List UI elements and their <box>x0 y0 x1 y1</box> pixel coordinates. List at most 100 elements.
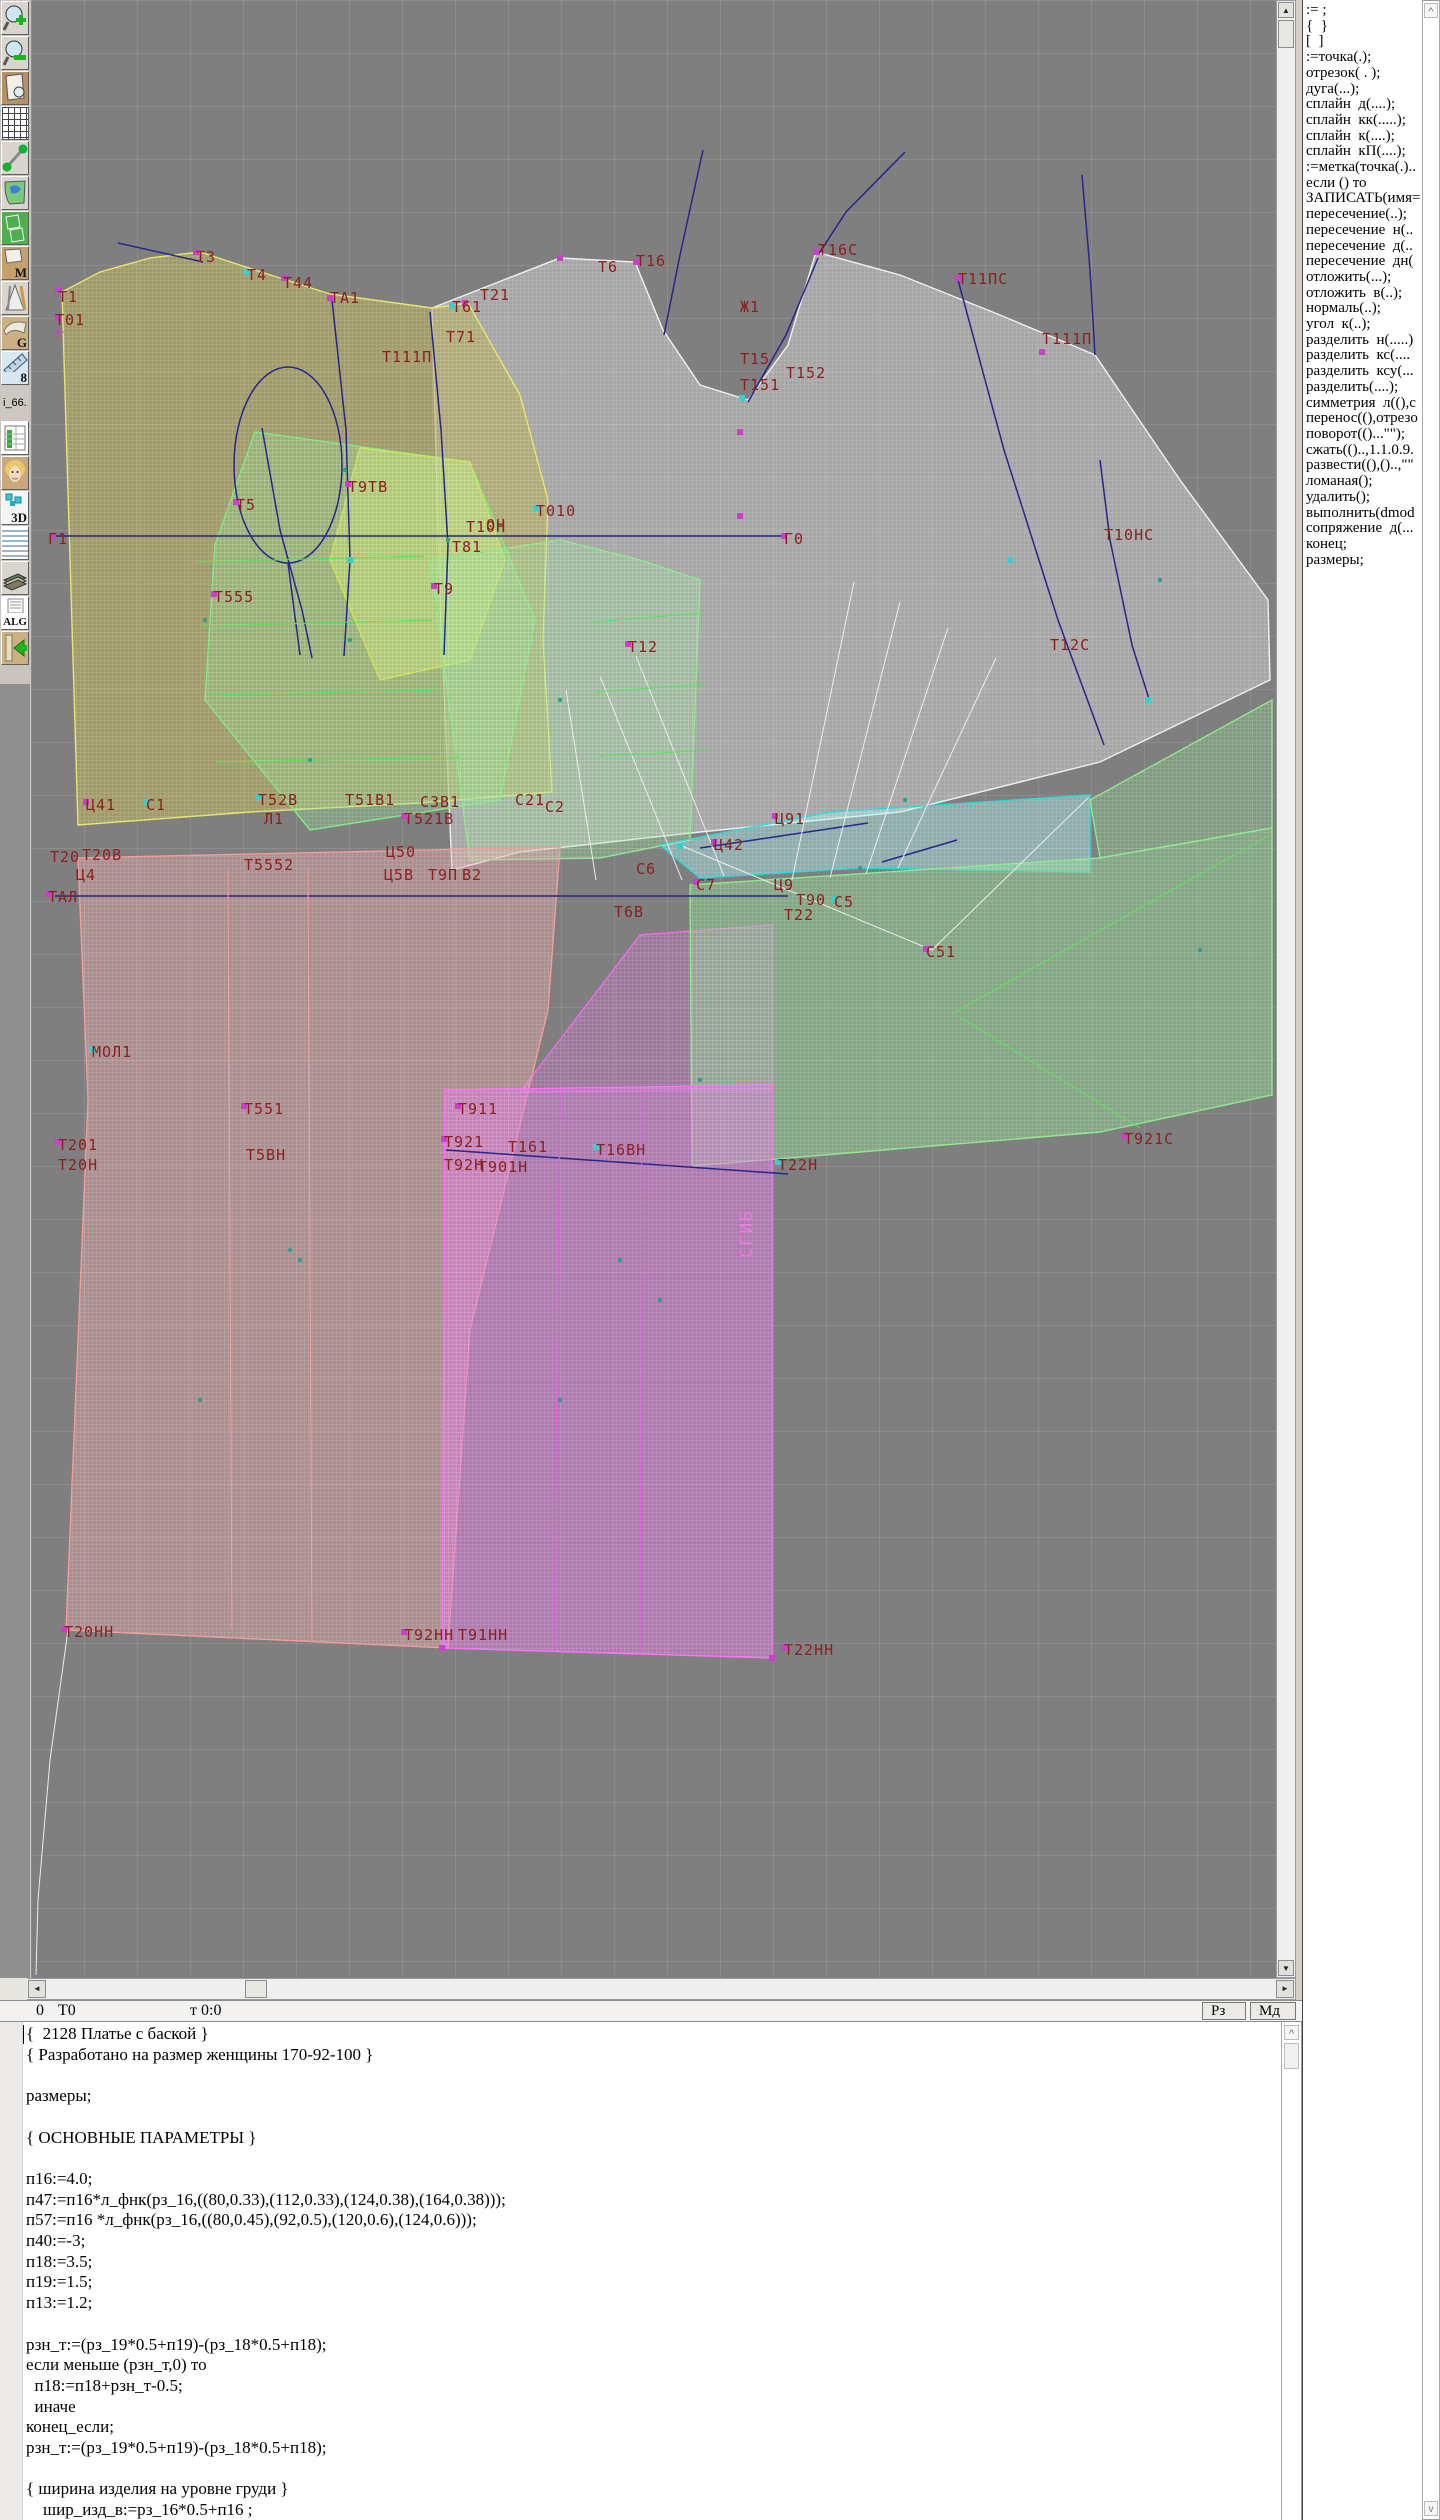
3d-label: 3D <box>11 511 27 524</box>
command-scroll-up-button[interactable] <box>1424 3 1438 18</box>
command-item[interactable]: сопряжение д(... <box>1303 521 1422 537</box>
point-marker[interactable] <box>1145 697 1151 703</box>
command-item[interactable]: пересечение дн( <box>1303 254 1422 270</box>
algorithm-doc-icon[interactable]: ALG <box>1 596 29 630</box>
point-marker[interactable] <box>347 557 353 563</box>
command-item[interactable]: сжать(()..,1.1.0.9. <box>1303 443 1422 459</box>
command-item[interactable]: развести((),()..,"" <box>1303 458 1422 474</box>
pattern-label: С51 <box>926 943 956 961</box>
vscroll-up-button[interactable] <box>1278 2 1294 18</box>
map-icon[interactable] <box>1 176 29 210</box>
md-button[interactable]: Мд <box>1250 2002 1296 2020</box>
editor-line: конец_если; <box>26 2417 506 2438</box>
command-item[interactable]: сплайн кк(.....); <box>1303 113 1422 129</box>
point-marker[interactable] <box>439 1645 445 1651</box>
status-coords: т 0:0 <box>190 2002 221 2020</box>
command-item[interactable]: разделить кс(.... <box>1303 348 1422 364</box>
command-item[interactable]: сплайн кП(....); <box>1303 144 1422 160</box>
editor-scroll-up-button[interactable] <box>1284 2025 1299 2040</box>
point-marker[interactable] <box>737 513 743 519</box>
pattern-label: Т21 <box>480 286 510 304</box>
command-item[interactable]: угол к(..); <box>1303 317 1422 333</box>
command-item[interactable]: пересечение д(.. <box>1303 239 1422 255</box>
command-panel-scrollbar[interactable] <box>1422 0 1440 2520</box>
pattern-g-icon[interactable]: G <box>1 316 29 350</box>
pattern-label: Т152 <box>786 364 826 382</box>
command-item[interactable]: симметрия л((),с <box>1303 396 1422 412</box>
command-item[interactable]: ломаная(); <box>1303 474 1422 490</box>
pattern-canvas[interactable]: Т1Т01Т3Т4Т44ТА1Т61Т21Т6Т16Т71Т111ПЖ1Т16С… <box>31 0 1276 1978</box>
zoom-out-icon[interactable] <box>1 36 29 70</box>
command-item[interactable]: отложить в(..); <box>1303 286 1422 302</box>
command-item[interactable]: пересечение н(.. <box>1303 223 1422 239</box>
vscroll-down-button[interactable] <box>1278 1960 1294 1976</box>
command-item[interactable]: сплайн д(....); <box>1303 97 1422 113</box>
command-item[interactable]: := ; <box>1303 3 1422 19</box>
point-marker[interactable] <box>1039 349 1045 355</box>
command-item[interactable]: конец; <box>1303 537 1422 553</box>
command-item[interactable]: размеры; <box>1303 553 1422 569</box>
command-item[interactable]: поворот(()...""); <box>1303 427 1422 443</box>
table-icon[interactable] <box>1 421 29 455</box>
pattern-label: Ц42 <box>714 836 744 854</box>
point-marker[interactable] <box>737 429 743 435</box>
command-item[interactable]: :=точка(.); <box>1303 50 1422 66</box>
point-dot <box>1198 948 1202 952</box>
command-item[interactable]: :=метка(точка(.).. <box>1303 160 1422 176</box>
drafting-tools-icon[interactable] <box>1 281 29 315</box>
command-scroll-down-button[interactable] <box>1424 2501 1438 2516</box>
hscroll-left-button[interactable] <box>28 1980 46 1998</box>
rz-button[interactable]: Рз <box>1202 2002 1246 2020</box>
ruler-8-icon[interactable]: 8 <box>1 351 29 385</box>
command-item[interactable]: { } <box>1303 19 1422 35</box>
command-item[interactable]: если () то <box>1303 176 1422 192</box>
command-item[interactable]: [ ] <box>1303 34 1422 50</box>
command-item[interactable]: дуга(...); <box>1303 82 1422 98</box>
point-marker[interactable] <box>1007 557 1013 563</box>
command-panel[interactable]: := ;{ }[ ]:=точка(.);отрезок( . );дуга(.… <box>1302 0 1422 2520</box>
command-item[interactable]: выполнить(dmod <box>1303 506 1422 522</box>
command-item[interactable]: разделить н(.....) <box>1303 333 1422 349</box>
3d-icon[interactable]: 3D <box>1 491 29 525</box>
scroll-back-icon[interactable] <box>1 631 29 665</box>
item-i66[interactable]: i_66. <box>1 386 29 420</box>
canvas-hscrollbar[interactable] <box>27 1978 1296 2000</box>
grid-icon[interactable] <box>1 106 29 140</box>
command-item[interactable]: разделить ксу(... <box>1303 364 1422 380</box>
editor-text[interactable]: { 2128 Платье с баской }{ Разработано на… <box>26 2024 506 2520</box>
line-endpoints-icon[interactable] <box>1 141 29 175</box>
editor-line: рзн_т:=(рз_19*0.5+п19)-(рз_18*0.5+п18); <box>26 2438 506 2459</box>
editor-vscrollbar[interactable] <box>1281 2022 1302 2520</box>
pattern-sheet-icon[interactable] <box>1 71 29 105</box>
books-icon[interactable] <box>1 561 29 595</box>
editor-line <box>26 2065 506 2086</box>
command-item[interactable]: пересечение(..); <box>1303 207 1422 223</box>
hscroll-thumb[interactable] <box>245 1980 267 1998</box>
pattern-green-icon[interactable] <box>1 211 29 245</box>
point-marker[interactable] <box>769 1655 775 1661</box>
pattern-label: Т22НН <box>784 1641 834 1659</box>
command-item[interactable]: удалить(); <box>1303 490 1422 506</box>
command-item[interactable]: перенос((),отрезо <box>1303 411 1422 427</box>
command-item[interactable]: разделить(....); <box>1303 380 1422 396</box>
command-item[interactable]: сплайн к(....); <box>1303 129 1422 145</box>
vscroll-thumb[interactable] <box>1278 20 1294 48</box>
point-marker[interactable] <box>739 395 745 401</box>
point-dot <box>858 866 862 870</box>
canvas-vscrollbar[interactable] <box>1276 0 1296 1978</box>
zoom-in-icon[interactable] <box>1 1 29 35</box>
pattern-m-icon[interactable]: M <box>1 246 29 280</box>
pattern-label: С6 <box>636 860 656 878</box>
point-marker[interactable] <box>677 843 683 849</box>
command-item[interactable]: отложить(...); <box>1303 270 1422 286</box>
point-marker[interactable] <box>557 255 563 261</box>
program-editor[interactable]: { 2128 Платье с баской }{ Разработано на… <box>0 2022 1281 2520</box>
editor-scroll-thumb[interactable] <box>1284 2043 1299 2069</box>
command-item[interactable]: отрезок( . ); <box>1303 66 1422 82</box>
document-lines-icon[interactable] <box>1 526 29 560</box>
command-item[interactable]: нормаль(..); <box>1303 301 1422 317</box>
hscroll-right-button[interactable] <box>1276 1980 1294 1998</box>
pattern-label: Г0 <box>784 530 804 548</box>
portrait-icon[interactable] <box>1 456 29 490</box>
command-item[interactable]: ЗАПИСАТЬ(имя= <box>1303 191 1422 207</box>
